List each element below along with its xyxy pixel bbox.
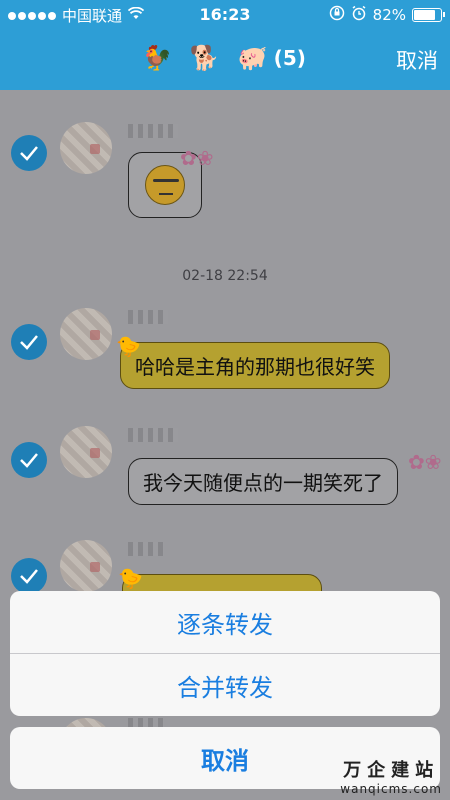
sender-name: [128, 542, 164, 556]
avatar[interactable]: [60, 426, 112, 478]
dog-icon: 🐕: [189, 44, 220, 72]
watermark-cn: 万企建站: [343, 760, 440, 781]
nav-bar: 🐓 🐕 🐖 (5) 取消: [0, 38, 450, 84]
selected-count: (5): [273, 46, 306, 70]
alarm-icon: [351, 5, 367, 25]
avatar[interactable]: [60, 308, 112, 360]
flower-decoration-icon: ✿❀: [180, 146, 214, 170]
watermark-en: wanqicms.com: [340, 782, 442, 796]
avatar[interactable]: [60, 122, 112, 174]
sender-name: [128, 124, 178, 138]
message-timestamp: 02-18 22:54: [182, 268, 268, 284]
message-bubble[interactable]: 我今天随便点的一期笑死了: [128, 458, 398, 505]
sender-name: [128, 310, 168, 324]
selected-check-icon[interactable]: [11, 135, 47, 171]
chick-decoration-icon: 🐤: [116, 334, 141, 358]
battery-percent: 82%: [372, 6, 406, 24]
selected-contacts-icons: 🐓 🐕 🐖 (5): [142, 44, 306, 72]
rooster-icon: 🐓: [142, 44, 172, 72]
battery-icon: [412, 8, 445, 22]
forward-one-by-one-button[interactable]: 逐条转发: [10, 591, 440, 653]
selected-check-icon[interactable]: [11, 324, 47, 360]
message-bubble[interactable]: 哈哈是主角的那期也很好笑: [120, 342, 390, 389]
sender-name: [128, 428, 178, 442]
chick-decoration-icon: 🐤: [118, 566, 143, 590]
status-bar: 中国联通 16:23 82%: [0, 0, 450, 32]
selected-check-icon[interactable]: [11, 442, 47, 478]
forward-action-sheet: 逐条转发 合并转发: [10, 591, 440, 716]
pig-icon: 🐖: [237, 44, 268, 72]
avatar[interactable]: [60, 540, 112, 592]
watermark: 万企建站 wanqicms.com: [340, 756, 442, 796]
merge-forward-button[interactable]: 合并转发: [10, 654, 440, 716]
header-cancel-button[interactable]: 取消: [396, 45, 438, 75]
face-emoji-icon: [145, 165, 185, 205]
flower-decoration-icon: ✿❀: [408, 450, 442, 474]
top-header: 中国联通 16:23 82% 🐓 🐕 🐖 (5) 取消: [0, 0, 450, 90]
selected-check-icon[interactable]: [11, 558, 47, 594]
orientation-lock-icon: [329, 5, 345, 25]
